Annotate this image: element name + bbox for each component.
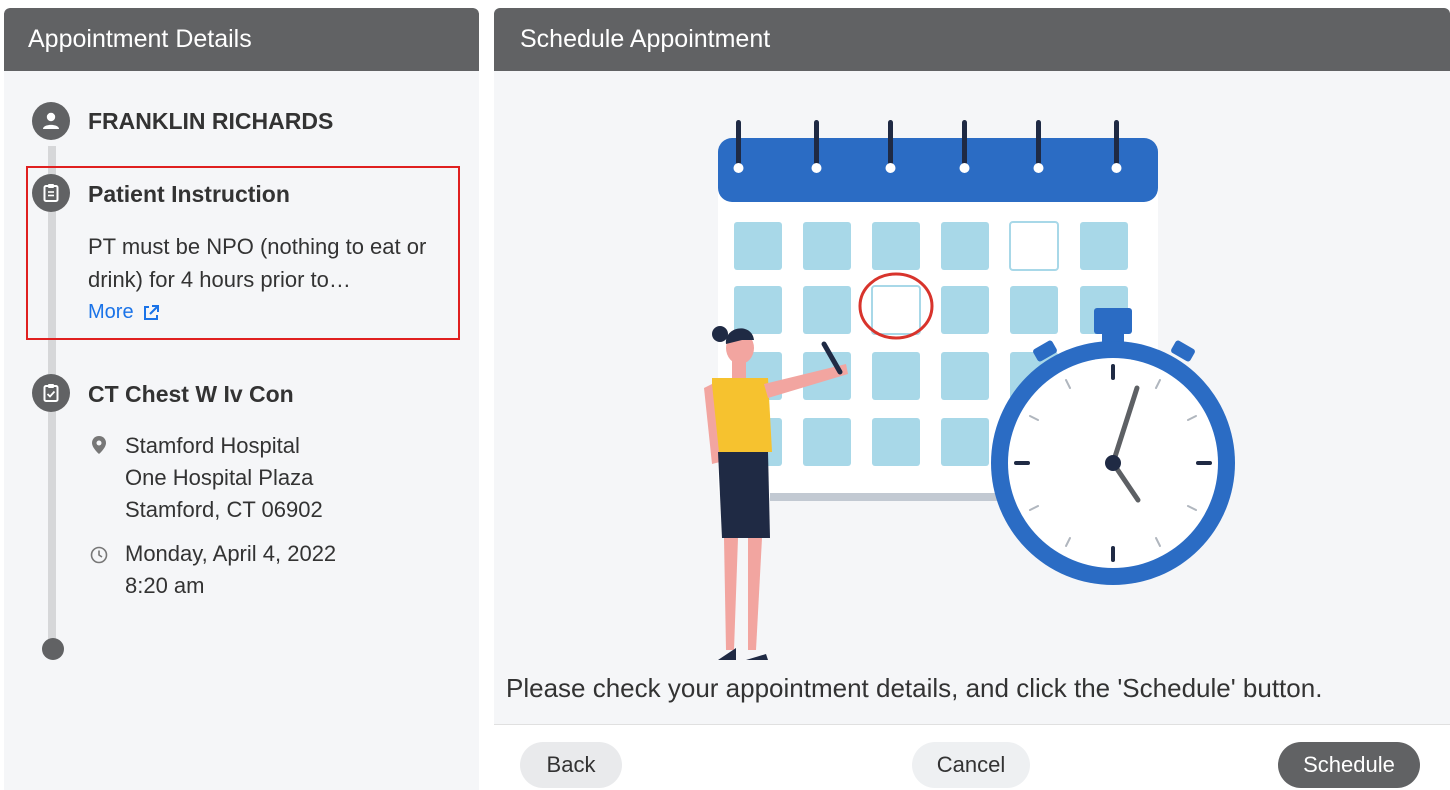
patient-instruction-text: PT must be NPO (nothing to eat or drink)… bbox=[88, 234, 427, 292]
more-link-label: More bbox=[88, 301, 134, 323]
appointment-details-title: Appointment Details bbox=[28, 25, 252, 53]
patient-instruction-title: Patient Instruction bbox=[88, 181, 290, 207]
appointment-details-header: Appointment Details bbox=[4, 8, 479, 71]
instruction-message: Please check your appointment details, a… bbox=[506, 673, 1323, 703]
location-line: Stamford Hospital bbox=[125, 433, 300, 458]
timeline-end-dot bbox=[42, 638, 64, 660]
schedule-appointment-panel: Schedule Appointment Please check your a… bbox=[494, 8, 1450, 790]
appointment-date: Monday, April 4, 2022 bbox=[125, 541, 337, 566]
more-link[interactable]: More bbox=[88, 301, 160, 324]
patient-name: FRANKLIN RICHARDS bbox=[88, 108, 334, 134]
footer-actions: Back Cancel Schedule bbox=[494, 724, 1450, 790]
location-pin-icon bbox=[92, 436, 106, 459]
appointment-details-panel: Appointment Details FRANKLIN RICHARDS Pa… bbox=[4, 8, 479, 790]
appointment-time: 8:20 am bbox=[125, 573, 205, 598]
location-line: One Hospital Plaza bbox=[125, 465, 314, 490]
external-link-icon bbox=[143, 304, 159, 320]
clipboard-icon bbox=[32, 174, 70, 212]
location-address: Stamford Hospital One Hospital Plaza Sta… bbox=[125, 430, 323, 526]
clipboard-check-icon bbox=[32, 374, 70, 412]
back-button[interactable]: Back bbox=[520, 742, 622, 788]
appointment-datetime: Monday, April 4, 2022 8:20 am bbox=[125, 538, 336, 602]
schedule-appointment-header: Schedule Appointment bbox=[494, 8, 1450, 71]
procedure-title: CT Chest W Iv Con bbox=[88, 381, 294, 407]
cancel-button[interactable]: Cancel bbox=[912, 742, 1030, 788]
schedule-appointment-title: Schedule Appointment bbox=[520, 25, 771, 53]
person-icon bbox=[32, 102, 70, 140]
location-line: Stamford, CT 06902 bbox=[125, 497, 323, 522]
scheduling-illustration bbox=[704, 120, 1235, 660]
clock-icon bbox=[90, 546, 108, 569]
schedule-button[interactable]: Schedule bbox=[1278, 742, 1420, 788]
